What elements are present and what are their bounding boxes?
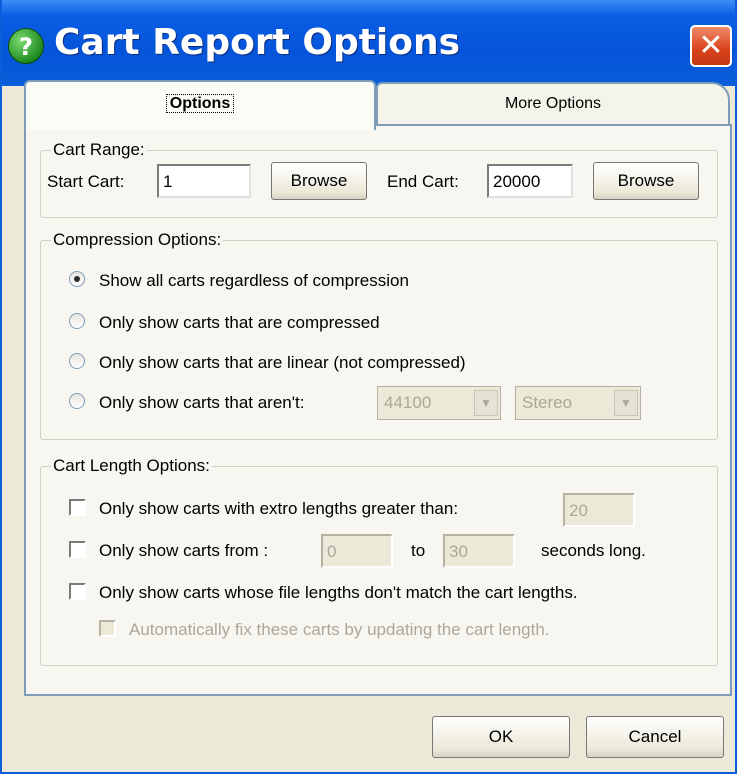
extro-length-input[interactable]: 20 <box>563 493 635 527</box>
radio-arent[interactable] <box>69 393 85 409</box>
compression-options-legend: Compression Options: <box>51 230 224 250</box>
title-bar[interactable]: ? Cart Report Options ✕ <box>2 0 735 86</box>
mismatch-label[interactable]: Only show carts whose file lengths don't… <box>99 583 578 603</box>
start-browse-button[interactable]: Browse <box>271 162 367 200</box>
seconds-long-label: seconds long. <box>541 541 646 560</box>
length-range-label[interactable]: Only show carts from : <box>99 541 268 561</box>
sample-rate-select[interactable]: 44100 ▼ <box>377 386 501 420</box>
length-from-input[interactable]: 0 <box>321 534 393 568</box>
start-cart-input[interactable]: 1 <box>157 164 251 198</box>
cart-range-legend: Cart Range: <box>51 140 147 160</box>
cart-range-group: Cart Range: Start Cart: 1 Browse End Car… <box>40 140 718 218</box>
ok-button[interactable]: OK <box>432 716 570 758</box>
length-to-input[interactable]: 30 <box>443 534 515 568</box>
length-range-checkbox[interactable] <box>69 541 86 558</box>
cancel-button[interactable]: Cancel <box>586 716 724 758</box>
start-cart-label: Start Cart: <box>47 172 125 191</box>
sample-rate-value: 44100 <box>384 393 432 412</box>
radio-compressed-label[interactable]: Only show carts that are compressed <box>99 313 380 333</box>
radio-compressed[interactable] <box>69 313 85 329</box>
close-button[interactable]: ✕ <box>690 25 732 67</box>
extro-length-label[interactable]: Only show carts with extro lengths great… <box>99 499 458 519</box>
radio-selected-dot <box>74 276 80 282</box>
end-cart-label: End Cart: <box>387 172 459 191</box>
autofix-label[interactable]: Automatically fix these carts by updatin… <box>129 620 550 640</box>
compression-options-group: Compression Options: Show all carts rega… <box>40 230 718 440</box>
autofix-checkbox[interactable] <box>99 620 116 637</box>
channels-select[interactable]: Stereo ▼ <box>515 386 641 420</box>
cart-length-options-legend: Cart Length Options: <box>51 456 212 476</box>
channels-value: Stereo <box>522 393 573 412</box>
tab-options[interactable]: Options <box>24 80 376 130</box>
radio-show-all[interactable] <box>69 271 85 287</box>
end-browse-button[interactable]: Browse <box>593 162 699 200</box>
radio-show-all-label[interactable]: Show all carts regardless of compression <box>99 271 409 291</box>
window-title: Cart Report Options <box>54 22 461 63</box>
extro-length-checkbox[interactable] <box>69 499 86 516</box>
radio-linear[interactable] <box>69 353 85 369</box>
tab-more-options[interactable]: More Options <box>376 82 730 124</box>
chevron-down-icon[interactable]: ▼ <box>474 390 498 416</box>
radio-linear-label[interactable]: Only show carts that are linear (not com… <box>99 353 466 373</box>
dialog-window: ? Cart Report Options ✕ Options More Opt… <box>0 0 737 774</box>
mismatch-checkbox[interactable] <box>69 583 86 600</box>
length-to-label: to <box>411 541 426 560</box>
tab-options-label: Options <box>165 94 235 113</box>
help-icon: ? <box>8 28 44 64</box>
chevron-down-icon[interactable]: ▼ <box>614 390 638 416</box>
end-cart-input[interactable]: 20000 <box>487 164 573 198</box>
cart-length-options-group: Cart Length Options: Only show carts wit… <box>40 456 718 666</box>
options-tab-panel: Cart Range: Start Cart: 1 Browse End Car… <box>24 124 732 696</box>
radio-arent-label[interactable]: Only show carts that aren't: <box>99 393 304 413</box>
